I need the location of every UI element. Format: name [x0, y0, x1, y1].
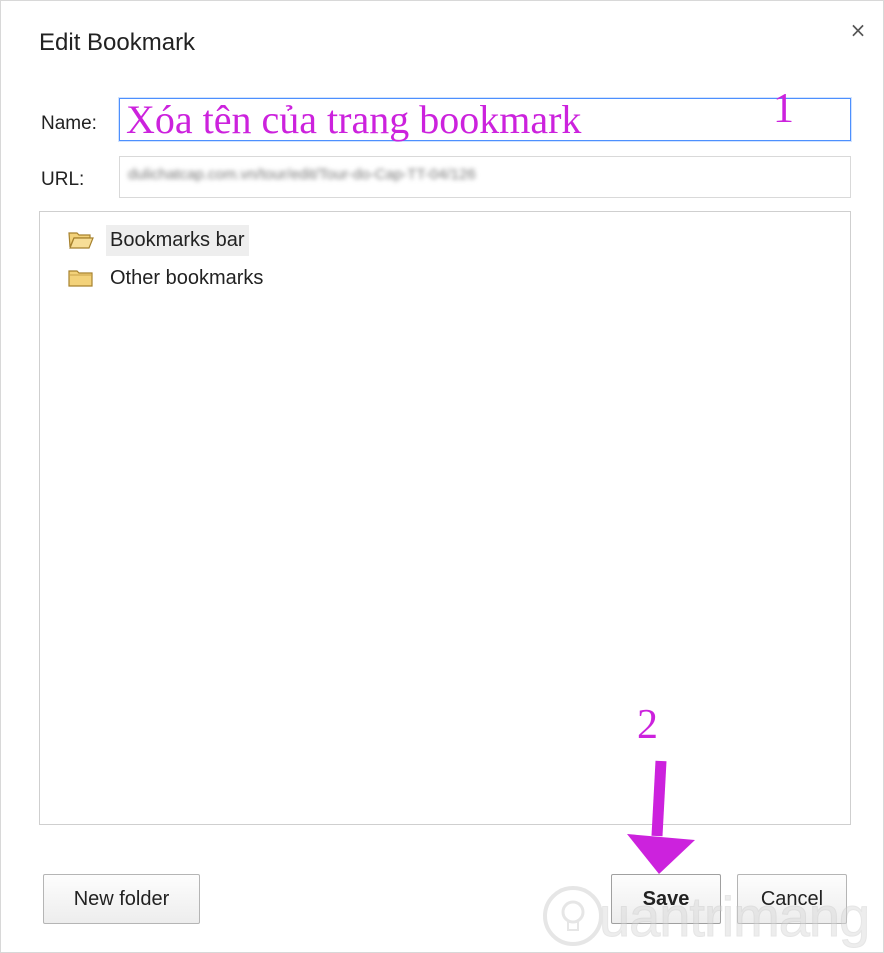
tree-item-label: Bookmarks bar	[106, 224, 249, 256]
name-field-value: Xóa tên của trang bookmark	[126, 97, 582, 142]
edit-bookmark-dialog: Edit Bookmark × Name: Xóa tên của trang …	[0, 0, 884, 953]
lightbulb-icon	[543, 886, 603, 946]
url-field-value: dulichatcap.com.vn/tour/edit/Tour-do-Cap…	[128, 166, 476, 183]
name-label: Name:	[41, 113, 97, 134]
folder-tree[interactable]: Bookmarks bar Other bookmarks	[39, 211, 851, 825]
folder-open-icon	[68, 232, 94, 249]
tree-item-bookmarks-bar[interactable]: Bookmarks bar	[68, 222, 249, 258]
tree-item-other-bookmarks[interactable]: Other bookmarks	[68, 260, 267, 296]
watermark: uantrimang	[541, 881, 871, 951]
watermark-text: uantrimang	[598, 884, 870, 948]
annotation-arrow-icon	[627, 760, 695, 874]
url-field[interactable]: dulichatcap.com.vn/tour/edit/Tour-do-Cap…	[119, 156, 851, 198]
url-label: URL:	[41, 169, 85, 190]
close-icon[interactable]: ×	[847, 19, 869, 41]
name-field[interactable]: Xóa tên của trang bookmark	[119, 98, 851, 141]
annotation-step-2: 2	[637, 702, 658, 748]
annotation-step-1: 1	[773, 86, 794, 132]
new-folder-button[interactable]: New folder	[43, 874, 200, 924]
folder-icon	[68, 270, 93, 287]
tree-item-label: Other bookmarks	[110, 266, 264, 289]
dialog-title: Edit Bookmark	[39, 29, 196, 56]
